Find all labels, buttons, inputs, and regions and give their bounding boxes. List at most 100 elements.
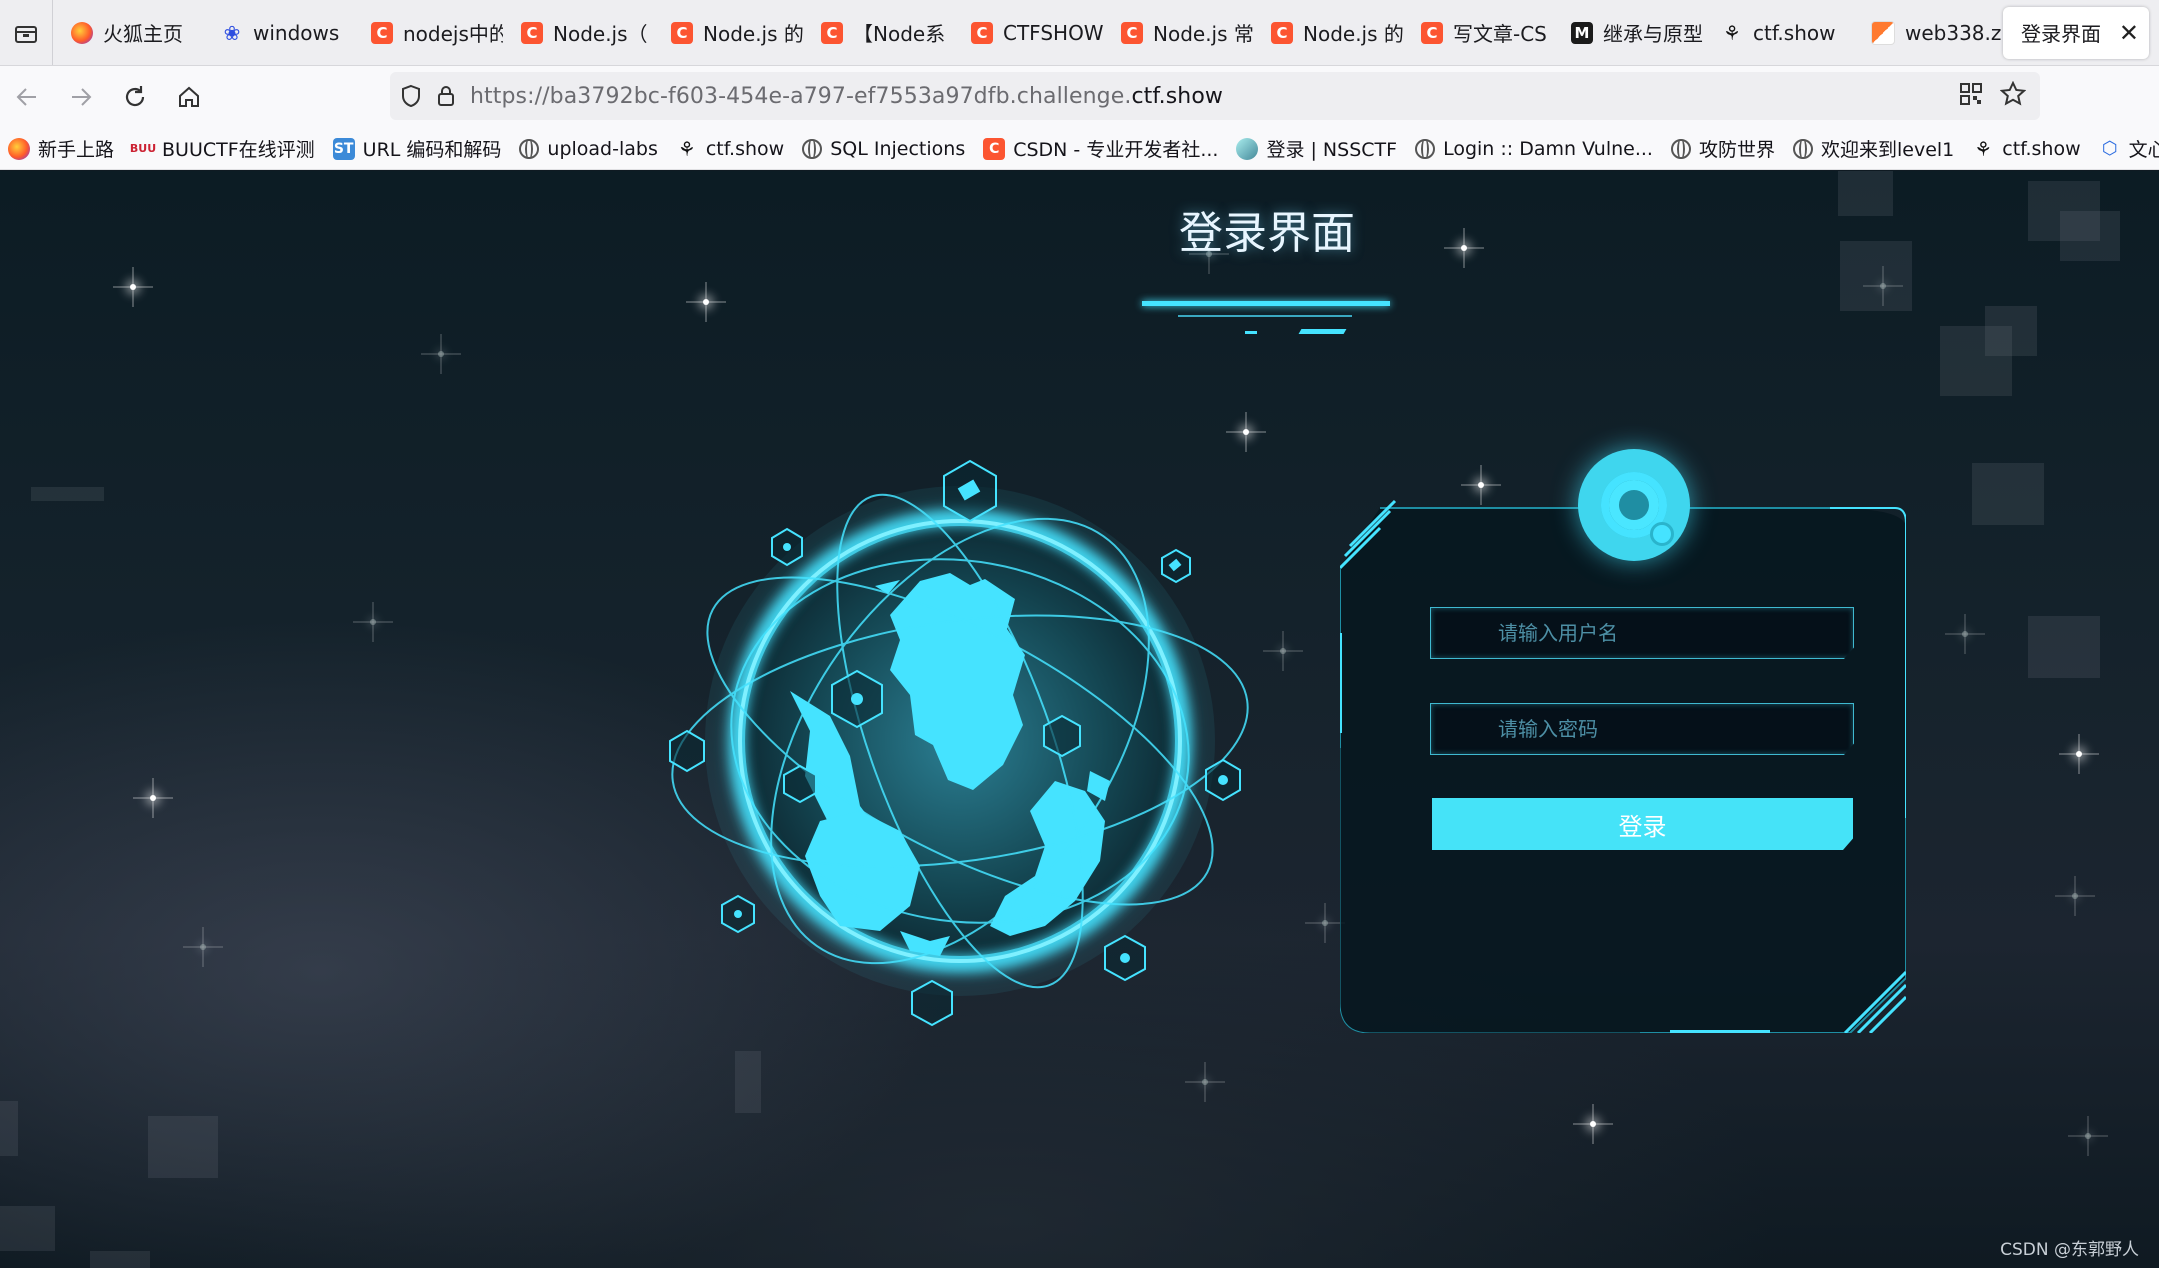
tab-windows[interactable]: ❀ windows (203, 7, 353, 59)
home-icon (179, 86, 199, 107)
star-sparkle (2072, 893, 2078, 899)
decor-square (90, 1251, 150, 1268)
tab-bar: 火狐主页 ❀ windows Cnodejs中的 C Node.js（ C Node.… (0, 0, 2159, 66)
arrow-left-icon (16, 88, 36, 106)
star-sparkle (200, 944, 206, 950)
decor-square (735, 1051, 761, 1113)
csdn-icon: C (1271, 21, 1293, 44)
tab-node-series[interactable]: C 【Node系 (803, 7, 953, 59)
bookmark-item[interactable]: 攻防世界 (1670, 135, 1775, 162)
title-dash (1298, 329, 1347, 334)
bookmark-item[interactable]: ⚘ ctf.show (1972, 137, 2080, 161)
bookmark-label: 攻防世界 (1698, 139, 1775, 161)
csdn-icon: C (521, 21, 543, 44)
bookmark-label: 新手上路 (38, 139, 115, 161)
tab-nodejs-3[interactable]: C Node.js 的 (653, 7, 803, 59)
bookmark-item[interactable]: ⬡ 文心一言 (2099, 135, 2159, 162)
url-domain: ctf.show (1131, 83, 1224, 109)
tab-firefox-home[interactable]: 火狐主页 (53, 7, 203, 59)
tab-ctfshow-csdn[interactable]: C CTFSHOW (953, 7, 1103, 59)
star-sparkle (1962, 631, 1968, 637)
decor-square (148, 1116, 218, 1178)
tab-inheritance-mdn[interactable]: M 继承与原型 (1553, 7, 1703, 59)
decor-square (1972, 463, 2044, 525)
tab-ctfshow[interactable]: ⚘ ctf.show (1703, 7, 1853, 59)
username-field[interactable] (1430, 607, 1854, 659)
csdn-icon: C (1121, 21, 1143, 44)
reload-icon (125, 86, 145, 107)
tab-login-active[interactable]: 登录界面 ✕ (2003, 6, 2149, 59)
tab-nodejs-1[interactable]: Cnodejs中的 (353, 7, 503, 59)
bookmark-item[interactable]: SQL Injections (802, 138, 965, 160)
star-sparkle (1280, 648, 1286, 654)
buu-icon: BUU (129, 142, 157, 155)
avatar-dot (1650, 522, 1674, 546)
login-panel (1340, 498, 1906, 1033)
bookmark-label: URL 编码和解码 (362, 139, 502, 161)
nss-icon (1236, 137, 1259, 160)
username-input[interactable] (1431, 608, 1853, 658)
bookmark-label: ctf.show (705, 137, 785, 160)
star-sparkle (1590, 1121, 1596, 1127)
login-page: 登录界面 请输入用户名 登录 CSDN @东郭野人 (0, 171, 2159, 1268)
list-all-tabs-icon (15, 25, 37, 43)
login-button[interactable]: 登录 (1432, 798, 1853, 850)
bookmarks-toolbar: 新手上路 BUU BUUCTF在线评测 ST URL 编码和解码 upload-la… (0, 128, 2159, 170)
globe-icon (802, 138, 823, 159)
tab-nodejs-4[interactable]: C Node.js 常 (1103, 7, 1253, 59)
bookmark-item[interactable]: 欢迎来到level1 (1792, 135, 1954, 162)
close-tab-icon[interactable]: ✕ (2119, 19, 2139, 47)
url-prefix: https://ba3792bc-f603-454e-a797-ef7553a9… (470, 83, 1132, 109)
bookmark-item[interactable]: upload-labs (519, 138, 658, 160)
back-button[interactable] (0, 70, 54, 124)
reload-button[interactable] (108, 70, 162, 124)
home-button[interactable] (162, 70, 216, 124)
qr-code-icon[interactable] (1960, 83, 1982, 109)
tab-nodejs-5[interactable]: C Node.js 的 (1253, 7, 1403, 59)
star-sparkle (1322, 920, 1328, 926)
tab-overview-button[interactable] (0, 0, 53, 65)
bookmark-item[interactable]: 登录 | NSSCTF (1236, 135, 1397, 162)
bookmark-item[interactable]: Login :: Damn Vulne... (1415, 138, 1653, 160)
csdn-watermark: CSDN @东郭野人 (2000, 1240, 2139, 1260)
csdn-icon: C (671, 21, 693, 44)
globe-icon (1415, 138, 1436, 159)
globe-icon (519, 138, 540, 159)
tab-nodejs-2[interactable]: C Node.js（ (503, 7, 653, 59)
password-field[interactable] (1430, 703, 1854, 755)
bookmark-item[interactable]: ⚘ ctf.show (676, 136, 785, 161)
star-sparkle (703, 299, 709, 305)
bookmark-label: 登录 | NSSCTF (1266, 139, 1398, 161)
ctfshow-icon: ⚘ (677, 136, 696, 161)
star-sparkle (438, 351, 444, 357)
globe-icon (1792, 138, 1813, 159)
address-bar[interactable]: https://ba3792bc-f603-454e-a797-ef7553a9… (390, 72, 2040, 120)
avatar-icon (1578, 449, 1690, 561)
firefox-icon (8, 137, 30, 160)
arrow-right-icon (72, 88, 92, 106)
mdn-icon: M (1571, 21, 1593, 44)
shield-icon[interactable] (400, 84, 422, 108)
star-sparkle (2085, 1133, 2091, 1139)
bookmark-label: BUUCTF在线评测 (162, 139, 315, 161)
lock-icon[interactable] (436, 84, 458, 108)
bookmark-item[interactable]: ST URL 编码和解码 (332, 135, 502, 162)
bookmark-star-icon[interactable] (1999, 80, 2027, 111)
url-text[interactable]: https://ba3792bc-f603-454e-a797-ef7553a9… (470, 84, 1223, 109)
star-sparkle (130, 284, 136, 290)
bookmark-item[interactable]: C CSDN - 专业开发者社... (983, 135, 1218, 162)
decor-square (0, 1206, 55, 1251)
bookmark-item[interactable]: BUU BUUCTF在线评测 (129, 135, 315, 162)
decor-square (2028, 616, 2100, 678)
bookmark-item[interactable]: 新手上路 (8, 135, 114, 162)
tab-web338[interactable]: web338.zi (1853, 7, 2003, 59)
star-sparkle (150, 795, 156, 801)
firefox-icon (71, 21, 93, 44)
password-input[interactable] (1431, 704, 1853, 754)
csdn-icon: C (983, 137, 1006, 160)
csdn-icon: C (971, 21, 993, 44)
bookmark-label: CSDN - 专业开发者社... (1013, 139, 1219, 161)
tab-write-article[interactable]: C 写文章-CS (1403, 7, 1553, 59)
forward-button[interactable] (54, 70, 108, 124)
csdn-icon: C (1421, 21, 1443, 44)
